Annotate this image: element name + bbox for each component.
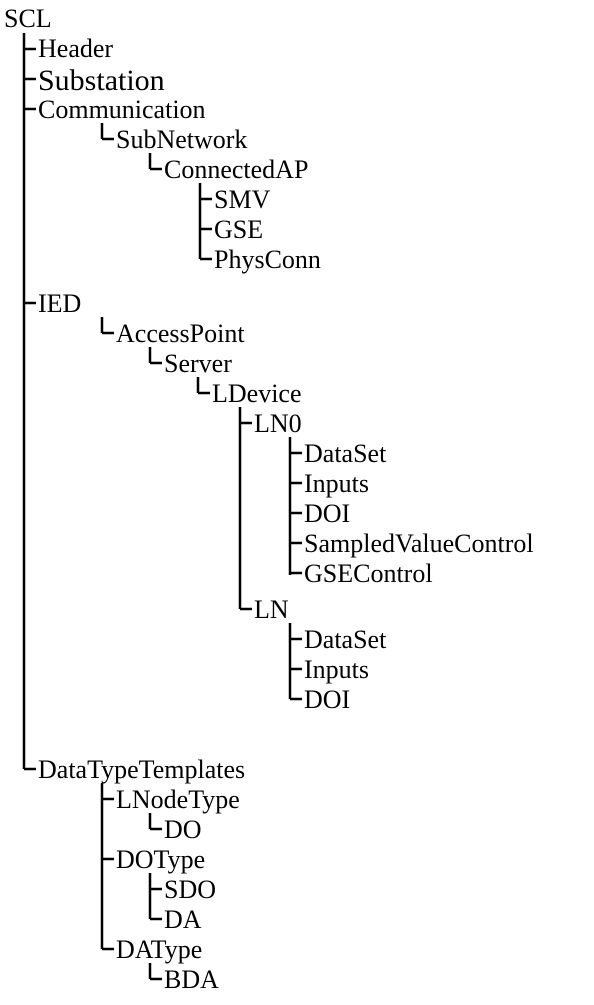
- node-do: DO: [164, 815, 202, 844]
- node-ln0: LN0: [254, 409, 302, 438]
- node-ln0-doi: DOI: [304, 499, 350, 528]
- node-ln0-sampledvaluecontrol: SampledValueControl: [304, 529, 534, 558]
- node-lnodetype: LNodeType: [116, 785, 240, 814]
- node-scl: SCL: [4, 5, 52, 33]
- node-header: Header: [38, 34, 113, 63]
- node-ln-doi: DOI: [304, 685, 350, 714]
- node-datype: DAType: [116, 935, 202, 964]
- node-ln-dataset: DataSet: [304, 625, 387, 654]
- node-sdo: SDO: [164, 875, 216, 904]
- node-ied: IED: [38, 289, 81, 318]
- node-ln-inputs: Inputs: [304, 655, 369, 684]
- node-server: Server: [164, 349, 232, 378]
- node-substation: Substation: [38, 64, 165, 97]
- node-subnetwork: SubNetwork: [116, 125, 247, 154]
- node-accesspoint: AccessPoint: [116, 319, 245, 348]
- node-dotype: DOType: [116, 845, 205, 874]
- node-datatypetemplates: DataTypeTemplates: [38, 755, 245, 784]
- node-gse: GSE: [214, 215, 263, 244]
- node-ln0-gsecontrol: GSEControl: [304, 559, 433, 588]
- scl-tree-diagram: text { font-family: "Times New Roman", T…: [2, 5, 594, 1000]
- node-ln: LN: [254, 595, 289, 624]
- node-da: DA: [164, 905, 202, 934]
- node-smv: SMV: [214, 185, 271, 214]
- node-communication: Communication: [38, 95, 206, 124]
- node-ln0-inputs: Inputs: [304, 469, 369, 498]
- node-physconn: PhysConn: [214, 245, 321, 274]
- node-bda: BDA: [164, 965, 219, 994]
- node-ldevice: LDevice: [212, 379, 302, 408]
- node-connectedap: ConnectedAP: [164, 155, 308, 184]
- node-ln0-dataset: DataSet: [304, 439, 387, 468]
